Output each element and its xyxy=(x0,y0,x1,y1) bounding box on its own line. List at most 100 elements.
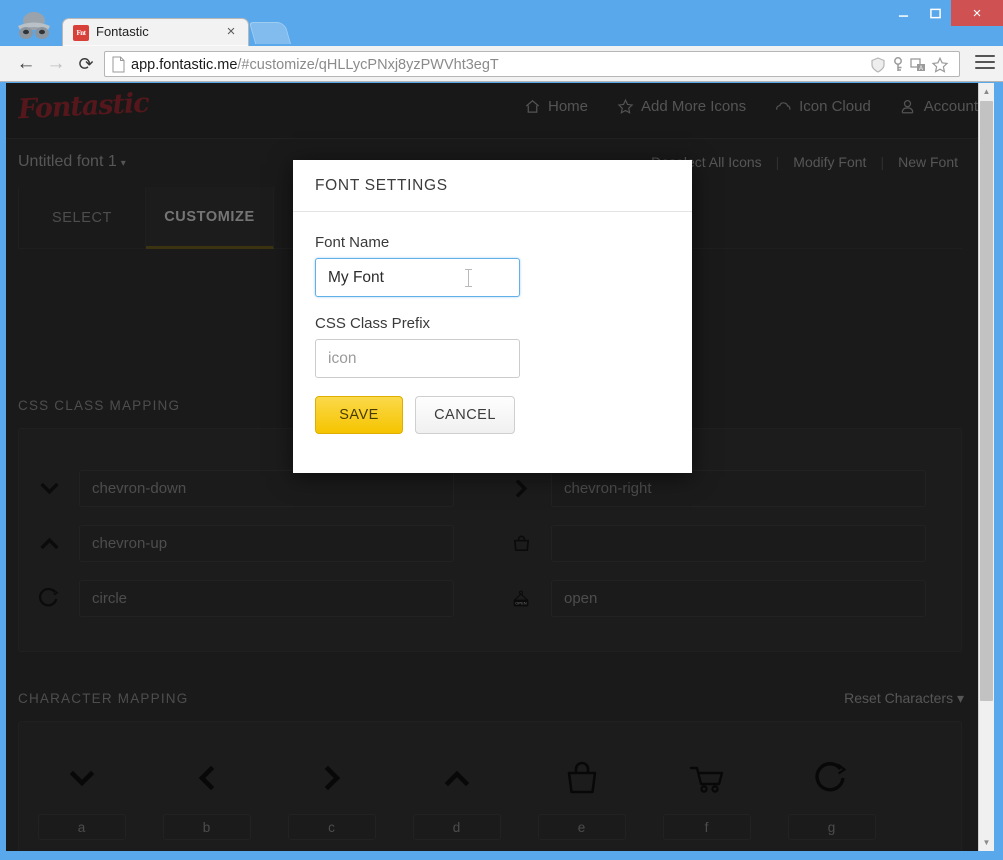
fontastic-logo[interactable]: Fontastic xyxy=(17,88,149,126)
css-class-input[interactable]: chevron-right xyxy=(551,470,926,507)
home-icon xyxy=(523,97,541,115)
char-key[interactable]: b xyxy=(162,814,251,840)
char-cell[interactable]: f xyxy=(644,734,769,851)
map-row: circle OPEN open xyxy=(19,571,963,626)
page-scrollbar[interactable]: ▲ ▼ xyxy=(978,83,994,851)
character-mapping-heading: CHARACTER MAPPING xyxy=(18,691,189,706)
page-icon xyxy=(112,56,125,73)
cancel-button[interactable]: CANCEL xyxy=(415,396,515,434)
font-name-input[interactable]: My Font xyxy=(315,258,520,297)
save-button[interactable]: SAVE xyxy=(315,396,403,434)
cloud-icon xyxy=(774,97,792,115)
modal-buttons: SAVE CANCEL xyxy=(315,396,670,434)
char-cell[interactable]: a xyxy=(19,734,144,851)
map-cell: OPEN open xyxy=(491,580,963,617)
css-class-input[interactable] xyxy=(551,525,926,562)
scroll-down-arrow[interactable]: ▼ xyxy=(979,834,994,851)
map-cell xyxy=(491,525,963,562)
char-cell[interactable]: g xyxy=(769,734,894,851)
map-cell: chevron-down xyxy=(19,470,491,507)
modify-font-button[interactable]: Modify Font xyxy=(779,154,880,170)
shopping-cart-icon xyxy=(687,752,727,804)
scrollbar-thumb[interactable] xyxy=(980,101,993,701)
main-nav: Home Add More Icons Icon Cloud Account xyxy=(495,97,978,115)
star-icon[interactable] xyxy=(931,56,949,74)
char-key[interactable]: d xyxy=(412,814,501,840)
font-title-dropdown[interactable]: Untitled font 1 ▾ xyxy=(18,153,126,171)
chevron-up-icon xyxy=(19,533,79,554)
tab-select[interactable]: SELECT xyxy=(18,187,146,249)
char-cell[interactable]: c xyxy=(269,734,394,851)
char-cell[interactable]: d xyxy=(394,734,519,851)
fontastic-app: Fontastic Home Add More Icons Icon Cloud… xyxy=(6,83,978,851)
incognito-icon xyxy=(14,12,54,40)
nav-item-icon-cloud[interactable]: Icon Cloud xyxy=(774,97,871,115)
char-cell[interactable]: b xyxy=(144,734,269,851)
css-class-prefix-input[interactable]: icon xyxy=(315,339,520,378)
minimize-button[interactable] xyxy=(887,0,919,26)
css-class-prefix-label: CSS Class Prefix xyxy=(315,315,431,332)
browser-tabstrip: Fnt Fontastic × × xyxy=(0,0,1003,46)
nav-item-account[interactable]: Account xyxy=(899,97,978,115)
handbag-icon xyxy=(491,533,551,554)
tab-customize[interactable]: CUSTOMIZE xyxy=(146,187,274,249)
char-key[interactable]: e xyxy=(537,814,626,840)
browser-window: Fnt Fontastic × × ← → ⟳ app.fontastic.me… xyxy=(0,0,1003,860)
css-class-input[interactable]: circle xyxy=(79,580,454,617)
character-grid: a b c d e f g xyxy=(19,734,963,851)
tab-close-icon[interactable]: × xyxy=(224,24,238,40)
key-icon[interactable] xyxy=(889,56,907,74)
translate-icon[interactable]: A xyxy=(909,56,927,74)
reset-characters-dropdown[interactable]: Reset Characters ▾ xyxy=(844,690,964,707)
browser-tab[interactable]: Fnt Fontastic × xyxy=(62,18,249,46)
map-row: chevron-up xyxy=(19,516,963,571)
close-button[interactable]: × xyxy=(951,0,1003,26)
css-class-input[interactable]: chevron-up xyxy=(79,525,454,562)
nav-item-add-more-icons[interactable]: Add More Icons xyxy=(616,97,746,115)
shield-icon[interactable] xyxy=(869,56,887,74)
star-icon xyxy=(616,97,634,115)
url-host: app.fontastic.me xyxy=(131,57,238,73)
reset-characters-label: Reset Characters xyxy=(844,690,954,706)
new-font-button[interactable]: New Font xyxy=(884,154,972,170)
char-key[interactable]: a xyxy=(37,814,126,840)
scroll-up-arrow[interactable]: ▲ xyxy=(979,83,994,100)
char-key[interactable]: f xyxy=(662,814,751,840)
circle-icon xyxy=(19,586,79,611)
css-class-input[interactable]: chevron-down xyxy=(79,470,454,507)
page-viewport: Fontastic Home Add More Icons Icon Cloud… xyxy=(6,83,994,851)
nav-item-home[interactable]: Home xyxy=(523,97,588,115)
font-name-label: Font Name xyxy=(315,234,390,251)
tab-customize-label: CUSTOMIZE xyxy=(164,208,255,225)
user-icon xyxy=(899,97,917,115)
chevron-down-icon: ▾ xyxy=(956,690,964,706)
chevron-right-icon xyxy=(491,478,551,499)
character-mapping-panel: a b c d e f g xyxy=(18,721,962,851)
url-path: /#customize/qHLLycPNxj8yzPWVht3egT xyxy=(237,57,499,73)
open-sign-icon: OPEN xyxy=(491,588,551,610)
forward-button[interactable]: → xyxy=(44,52,68,76)
chevron-down-icon: ▾ xyxy=(120,158,126,169)
address-bar[interactable]: app.fontastic.me/#customize/qHLLycPNxj8y… xyxy=(104,51,960,77)
window-bottom-edge xyxy=(0,851,1003,860)
chevron-right-icon xyxy=(317,752,347,804)
char-cell[interactable]: e xyxy=(519,734,644,851)
modal-header: FONT SETTINGS xyxy=(293,160,692,212)
nav-item-home-label: Home xyxy=(548,97,589,115)
url-text: app.fontastic.me/#customize/qHLLycPNxj8y… xyxy=(131,55,499,75)
back-button[interactable]: ← xyxy=(14,52,38,76)
tab-favicon-icon: Fnt xyxy=(73,25,89,41)
chevron-left-icon xyxy=(192,752,222,804)
css-class-input[interactable]: open xyxy=(551,580,926,617)
nav-item-icon-cloud-label: Icon Cloud xyxy=(799,97,871,115)
char-key[interactable]: c xyxy=(287,814,376,840)
browser-menu-button[interactable] xyxy=(975,55,995,73)
reload-button[interactable]: ⟳ xyxy=(74,52,98,76)
new-tab-button[interactable] xyxy=(248,22,292,44)
handbag-icon xyxy=(562,752,602,804)
chevron-down-icon xyxy=(19,478,79,499)
map-cell: chevron-up xyxy=(19,525,491,562)
char-key[interactable]: g xyxy=(787,814,876,840)
maximize-button[interactable] xyxy=(919,0,951,26)
text-cursor xyxy=(465,269,472,287)
